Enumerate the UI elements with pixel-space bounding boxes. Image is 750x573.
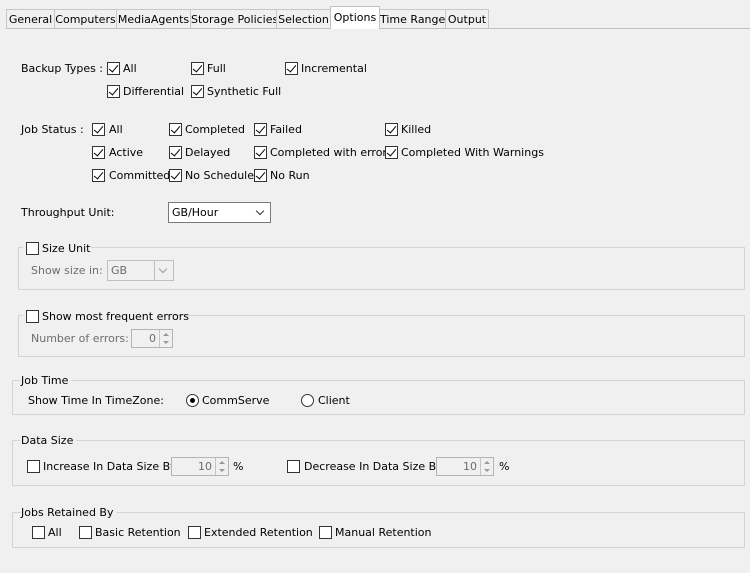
decrease-data-size-stepper[interactable]: 10 bbox=[436, 457, 494, 476]
decrease-percent-unit: % bbox=[499, 460, 510, 473]
backup-all-label: All bbox=[123, 62, 137, 75]
retained-extended-label: Extended Retention bbox=[204, 526, 313, 539]
status-completed-with-warnings-checkbox[interactable] bbox=[385, 146, 398, 159]
number-of-errors-stepper[interactable]: 0 bbox=[131, 329, 173, 348]
size-unit-label: Size Unit bbox=[42, 242, 91, 255]
status-active-checkbox[interactable] bbox=[92, 146, 105, 159]
decrease-data-size-value: 10 bbox=[463, 460, 477, 473]
options-panel bbox=[6, 28, 750, 573]
throughput-unit-value: GB/Hour bbox=[172, 206, 219, 219]
decrease-data-size-label: Decrease In Data Size By bbox=[304, 460, 443, 473]
number-of-errors-label: Number of errors: bbox=[31, 332, 129, 345]
backup-all-checkbox[interactable] bbox=[107, 62, 120, 75]
status-delayed-label: Delayed bbox=[185, 146, 231, 159]
status-completed-checkbox[interactable] bbox=[169, 123, 182, 136]
tab-computers[interactable]: Computers bbox=[54, 9, 117, 28]
timezone-commserve-label: CommServe bbox=[202, 394, 270, 407]
show-frequent-errors-label: Show most frequent errors bbox=[42, 310, 189, 323]
status-no-schedule-label: No Schedule bbox=[185, 169, 255, 182]
spinner-arrows-icon[interactable] bbox=[480, 458, 493, 475]
status-completed-with-warnings-label: Completed With Warnings bbox=[401, 146, 544, 159]
backup-full-label: Full bbox=[207, 62, 226, 75]
size-unit-dropdown[interactable]: GB bbox=[107, 260, 174, 281]
timezone-client-radio[interactable] bbox=[301, 394, 314, 407]
retained-all-checkbox[interactable] bbox=[32, 526, 45, 539]
backup-incremental-checkbox[interactable] bbox=[285, 62, 298, 75]
status-committed-label: Committed bbox=[109, 169, 171, 182]
tab-output[interactable]: Output bbox=[445, 9, 489, 28]
throughput-unit-label: Throughput Unit: bbox=[21, 206, 115, 219]
status-delayed-checkbox[interactable] bbox=[169, 146, 182, 159]
size-unit-value: GB bbox=[111, 264, 128, 277]
spinner-arrows-icon[interactable] bbox=[215, 458, 228, 475]
status-killed-label: Killed bbox=[401, 123, 432, 136]
backup-incremental-label: Incremental bbox=[301, 62, 367, 75]
status-killed-checkbox[interactable] bbox=[385, 123, 398, 136]
increase-data-size-checkbox[interactable] bbox=[27, 460, 40, 473]
timezone-client-label: Client bbox=[318, 394, 350, 407]
show-size-in-label: Show size in: bbox=[31, 264, 103, 277]
status-all-checkbox[interactable] bbox=[92, 123, 105, 136]
timezone-commserve-radio[interactable] bbox=[186, 394, 199, 407]
status-completed-with-errors-checkbox[interactable] bbox=[254, 146, 267, 159]
status-committed-checkbox[interactable] bbox=[92, 169, 105, 182]
status-no-schedule-checkbox[interactable] bbox=[169, 169, 182, 182]
timezone-label: Show Time In TimeZone: bbox=[28, 394, 164, 407]
status-no-run-label: No Run bbox=[270, 169, 310, 182]
backup-differential-checkbox[interactable] bbox=[107, 85, 120, 98]
increase-percent-unit: % bbox=[233, 460, 244, 473]
status-failed-checkbox[interactable] bbox=[254, 123, 267, 136]
retained-extended-checkbox[interactable] bbox=[188, 526, 201, 539]
retained-manual-checkbox[interactable] bbox=[319, 526, 332, 539]
backup-synthetic-full-checkbox[interactable] bbox=[191, 85, 204, 98]
status-failed-label: Failed bbox=[270, 123, 302, 136]
decrease-data-size-checkbox[interactable] bbox=[287, 460, 300, 473]
backup-types-label: Backup Types : bbox=[21, 62, 104, 75]
jobs-retained-title: Jobs Retained By bbox=[21, 506, 117, 520]
throughput-unit-dropdown[interactable]: GB/Hour bbox=[168, 202, 271, 223]
retained-manual-label: Manual Retention bbox=[335, 526, 432, 539]
status-active-label: Active bbox=[109, 146, 144, 159]
status-all-label: All bbox=[109, 123, 123, 136]
chevron-down-icon[interactable] bbox=[252, 203, 270, 222]
tab-mediaagents[interactable]: MediaAgents bbox=[116, 9, 191, 28]
job-status-label: Job Status : bbox=[21, 123, 84, 136]
tab-selection[interactable]: Selection bbox=[276, 9, 331, 28]
status-completed-with-errors-label: Completed with errors bbox=[270, 146, 393, 159]
data-size-title: Data Size bbox=[21, 434, 77, 448]
backup-synthetic-full-label: Synthetic Full bbox=[207, 85, 282, 98]
retained-all-label: All bbox=[48, 526, 62, 539]
increase-data-size-stepper[interactable]: 10 bbox=[171, 457, 229, 476]
tab-time-range[interactable]: Time Range bbox=[379, 9, 446, 28]
job-time-title: Job Time bbox=[21, 374, 72, 388]
tab-general[interactable]: General bbox=[6, 9, 55, 28]
backup-differential-label: Differential bbox=[123, 85, 185, 98]
status-no-run-checkbox[interactable] bbox=[254, 169, 267, 182]
spinner-arrows-icon[interactable] bbox=[159, 330, 172, 347]
increase-data-size-label: Increase In Data Size By bbox=[43, 460, 177, 473]
tab-options[interactable]: Options bbox=[330, 6, 380, 29]
increase-data-size-value: 10 bbox=[198, 460, 212, 473]
retained-basic-label: Basic Retention bbox=[95, 526, 181, 539]
retained-basic-checkbox[interactable] bbox=[79, 526, 92, 539]
show-frequent-errors-checkbox[interactable] bbox=[26, 310, 39, 323]
tab-storage-policies[interactable]: Storage Policies bbox=[190, 9, 278, 28]
backup-full-checkbox[interactable] bbox=[191, 62, 204, 75]
chevron-down-icon[interactable] bbox=[154, 261, 173, 280]
size-unit-checkbox[interactable] bbox=[26, 242, 39, 255]
number-of-errors-value: 0 bbox=[149, 332, 156, 345]
status-completed-label: Completed bbox=[185, 123, 245, 136]
